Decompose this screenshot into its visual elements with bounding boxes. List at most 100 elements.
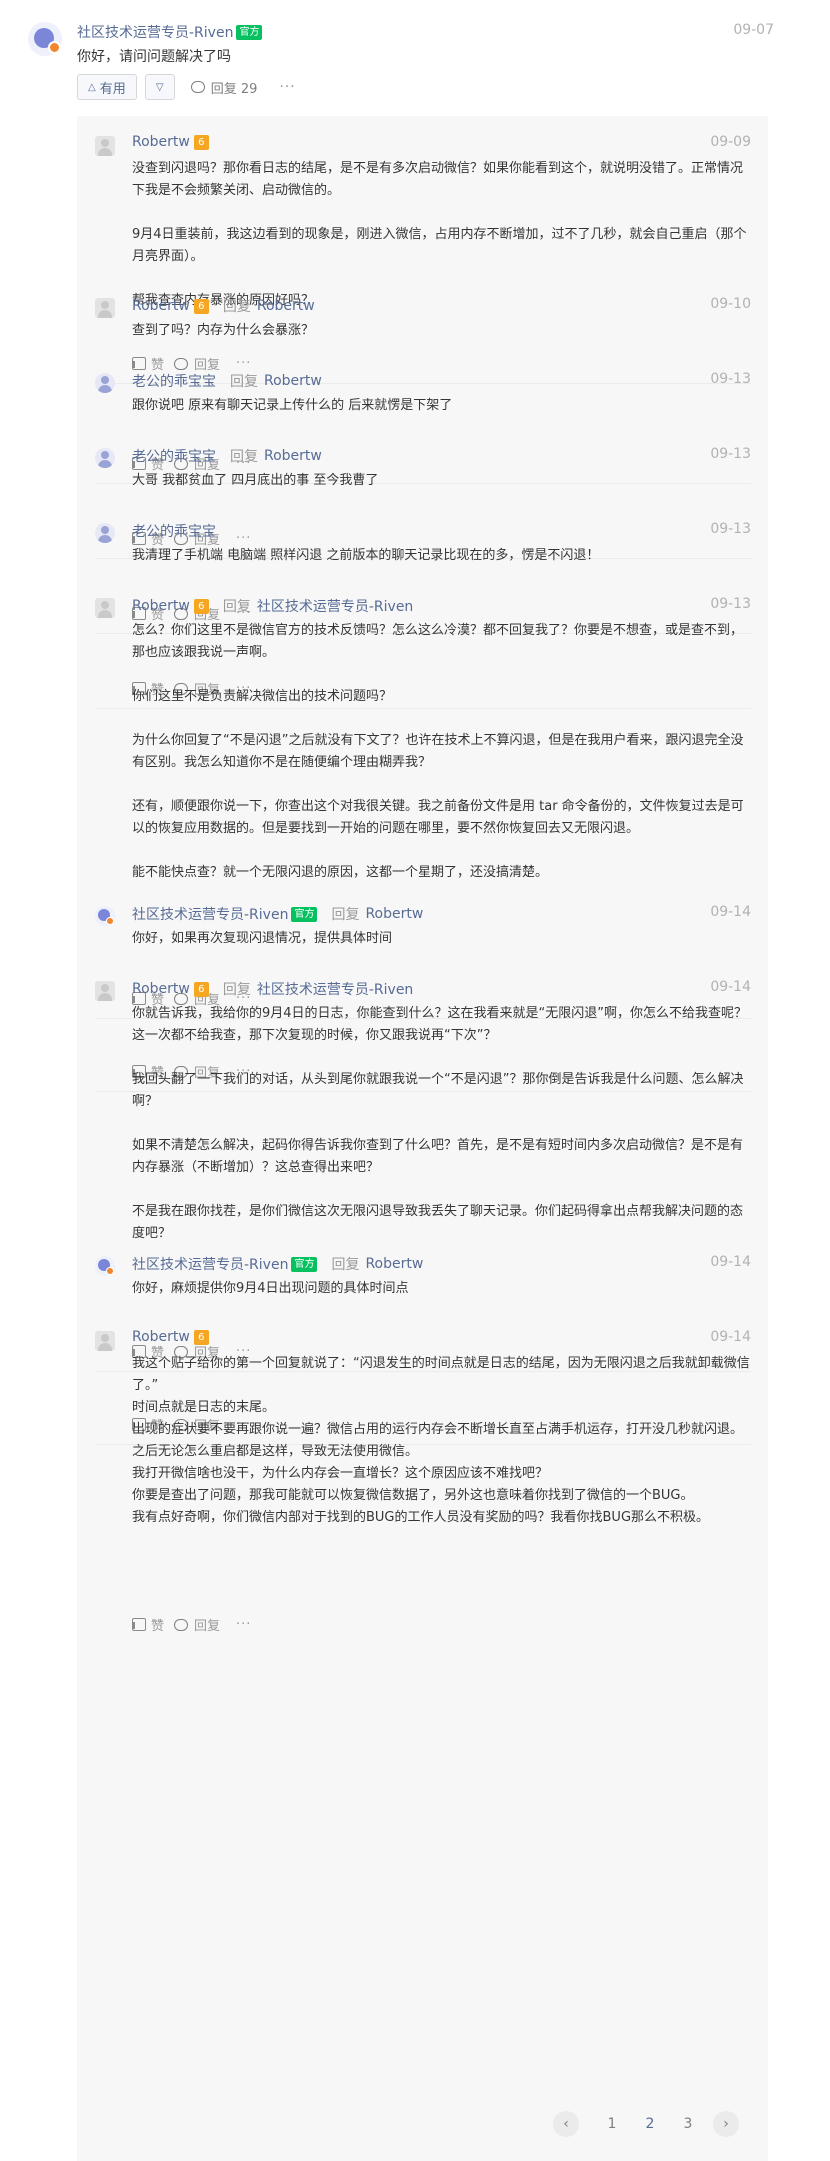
reply-date: 09-13: [710, 371, 751, 387]
reply-author[interactable]: Robertw: [132, 298, 190, 314]
reply-word: 回复: [222, 299, 251, 315]
reply-paragraph: 不是我在跟你找茬，是你们微信这次无限闪退导致我丢失了聊天记录。你们起码得拿出点帮…: [132, 1204, 744, 1241]
comment-bubble-icon: [190, 81, 205, 93]
not-useful-button[interactable]: ▽: [144, 74, 175, 100]
triangle-up-icon: △: [88, 81, 96, 93]
reply-to-author[interactable]: 社区技术运营专员-Riven: [257, 979, 413, 999]
reply-count-label: 回复 29: [210, 81, 258, 97]
reply-to-author[interactable]: Robertw: [365, 906, 423, 922]
reply-date: 09-13: [710, 446, 751, 462]
reply-paragraph: 跟你说吧 原来有聊天记录上传什么的 后来就愣是下架了: [132, 398, 453, 413]
level-badge: 6: [193, 981, 209, 997]
author-name[interactable]: 社区技术运营专员-Riven: [77, 22, 233, 42]
reply-to-author[interactable]: Robertw: [365, 1256, 423, 1272]
reply-word: 回复: [331, 1257, 360, 1273]
chevron-left-icon: ‹: [563, 2116, 569, 2132]
reply-paragraph: 如果不清楚怎么解决，起码你得告诉我你查到了什么吧？首先，是不是有短时间内多次启动…: [132, 1138, 744, 1175]
reply-author[interactable]: Robertw: [132, 134, 190, 150]
like-label[interactable]: 赞: [151, 1615, 164, 1634]
avatar[interactable]: [95, 298, 115, 318]
reply-paragraph: 我这个贴子给你的第一个回复就说了：“闪退发生的时间点就是日志的结尾，因为无限闪退…: [132, 1356, 750, 1393]
reply-author[interactable]: 社区技术运营专员-Riven: [132, 1254, 288, 1274]
reply-author[interactable]: Robertw: [132, 981, 190, 997]
reply-date: 09-14: [710, 1254, 751, 1270]
more-button[interactable]: ···: [236, 1617, 251, 1632]
reply-paragraph: 你们这里不是负责解决微信出的技术问题吗？: [132, 689, 393, 704]
reply-word: 回复: [331, 907, 360, 923]
official-badge: 官方: [291, 1256, 318, 1272]
reply-label: 回复: [194, 1619, 221, 1634]
reply-author[interactable]: 老公的乖宝宝: [132, 446, 216, 466]
prev-page-button[interactable]: ‹: [553, 2111, 579, 2137]
official-badge: 官方: [291, 906, 318, 922]
reply-author[interactable]: Robertw: [132, 1329, 190, 1345]
reply-paragraph: 我清理了手机端 电脑端 照样闪退 之前版本的聊天记录比现在的多，愣是不闪退！: [132, 548, 600, 563]
more-button[interactable]: ···: [279, 79, 295, 95]
reply-paragraph: 我打开微信啥也没干，为什么内存会一直增长？这个原因应该不难找吧？: [132, 1466, 549, 1481]
reply-paragraph: 能不能快点查？就一个无限闪退的原因，这都一个星期了，还没搞清楚。: [132, 865, 549, 880]
page-2[interactable]: 2: [631, 2116, 669, 2132]
reply-to-author[interactable]: Robertw: [264, 373, 322, 389]
avatar[interactable]: [95, 981, 115, 1001]
useful-button[interactable]: △ 有用: [77, 74, 137, 100]
reply-to-author[interactable]: Robertw: [264, 448, 322, 464]
chevron-right-icon: ›: [723, 2116, 729, 2132]
avatar[interactable]: [95, 1331, 115, 1351]
reply-paragraph: 大哥 我都贫血了 四月底出的事 至今我曹了: [132, 473, 379, 488]
avatar[interactable]: [95, 523, 115, 543]
reply-paragraph: 9月4日重装前，我这边看到的现象是，刚进入微信，占用内存不断增加，过不了几秒，就…: [132, 227, 747, 264]
reply-author[interactable]: Robertw: [132, 598, 190, 614]
reply-divider: [95, 708, 751, 709]
avatar[interactable]: [95, 373, 115, 393]
reply-author[interactable]: 老公的乖宝宝: [132, 371, 216, 391]
reply-paragraph: 我回头翻了一下我们的对话，从头到尾你就跟我说一个“不是闪退”？那你倒是告诉我是什…: [132, 1072, 744, 1109]
reply-paragraph: 查到了吗？内存为什么会暴涨？: [132, 323, 315, 338]
level-badge: 6: [193, 298, 209, 314]
reply-paragraph: 你好，如果再次复现闪退情况，提供具体时间: [132, 931, 393, 946]
reply-panel: Robertw 6 09-09 没查到闪退吗？那你看日志的结尾，是不是有多次启动微信？…: [77, 116, 768, 2161]
reply-count-button[interactable]: 回复 29: [190, 78, 258, 97]
reply-paragraph: 我有点好奇啊，你们微信内部对于找到的BUG的工作人员没有奖励的吗？我看你找BUG…: [132, 1510, 710, 1525]
official-badge: 官方: [236, 24, 263, 40]
avatar[interactable]: [28, 22, 62, 56]
more-button[interactable]: ···: [236, 531, 251, 546]
reply-word: 回复: [222, 982, 251, 998]
reply-button[interactable]: 回复: [174, 1615, 220, 1634]
avatar[interactable]: [95, 1256, 115, 1276]
avatar[interactable]: [95, 136, 115, 156]
reply-word: 回复: [222, 599, 251, 615]
reply-word: 回复: [230, 374, 258, 390]
reply-author[interactable]: 老公的乖宝宝: [132, 521, 216, 541]
reply-date: 09-10: [710, 296, 751, 312]
reply-paragraph: 你就告诉我，我给你的9月4日的日志，你能查到什么？这在我看来就是“无限闪退”啊，…: [132, 1006, 748, 1043]
next-page-button[interactable]: ›: [713, 2111, 739, 2137]
reply-date: 09-09: [710, 134, 751, 150]
reply-paragraph: 为什么你回复了“不是闪退”之后就没有下文了？也许在技术上不算闪退，但是在我用户看…: [132, 733, 744, 770]
comment-text: 你好，请问问题解决了吗: [77, 49, 231, 65]
reply-paragraph: 时间点就是日志的末尾。: [132, 1400, 276, 1415]
reply-date: 09-13: [710, 521, 751, 537]
avatar[interactable]: [95, 906, 115, 926]
reply-paragraph: 没查到闪退吗？那你看日志的结尾，是不是有多次启动微信？如果你能看到这个，就说明没…: [132, 161, 744, 198]
level-badge: 6: [193, 134, 209, 150]
reply-author[interactable]: 社区技术运营专员-Riven: [132, 904, 288, 924]
page-3[interactable]: 3: [669, 2116, 707, 2132]
triangle-down-icon: ▽: [155, 81, 164, 93]
reply-paragraph: 你要是查出了问题，那我可能就可以恢复微信数据了，另外这也意味着你找到了微信的一个…: [132, 1488, 694, 1503]
avatar[interactable]: [95, 448, 115, 468]
more-button[interactable]: ···: [236, 356, 251, 371]
reply-to-author[interactable]: 社区技术运营专员-Riven: [257, 596, 413, 616]
reply-paragraph: 你好，麻烦提供你9月4日出现问题的具体时间点: [132, 1281, 409, 1296]
comment-date: 09-07: [733, 22, 774, 38]
reply-paragraph: 还有，顺便跟你说一下，你查出这个对我很关键。我之前备份文件是用 tar 命令备份…: [132, 799, 744, 836]
thumbs-up-icon[interactable]: [132, 1618, 146, 1631]
reply-paragraph: 出现的症状要不要再跟你说一遍？微信占用的运行内存会不断增长直至占满手机运存，打开…: [132, 1422, 744, 1459]
page-1[interactable]: 1: [593, 2116, 631, 2132]
useful-label: 有用: [99, 81, 126, 97]
reply-paragraph: 怎么？你们这里不是微信官方的技术反馈吗？怎么这么冷漠？都不回复我了？你要是不想查…: [132, 623, 744, 660]
reply-date: 09-14: [710, 904, 751, 920]
avatar[interactable]: [95, 598, 115, 618]
reply-to-author[interactable]: Robertw: [257, 298, 315, 314]
reply-word: 回复: [230, 449, 258, 465]
thumbs-up-icon[interactable]: [132, 357, 146, 370]
